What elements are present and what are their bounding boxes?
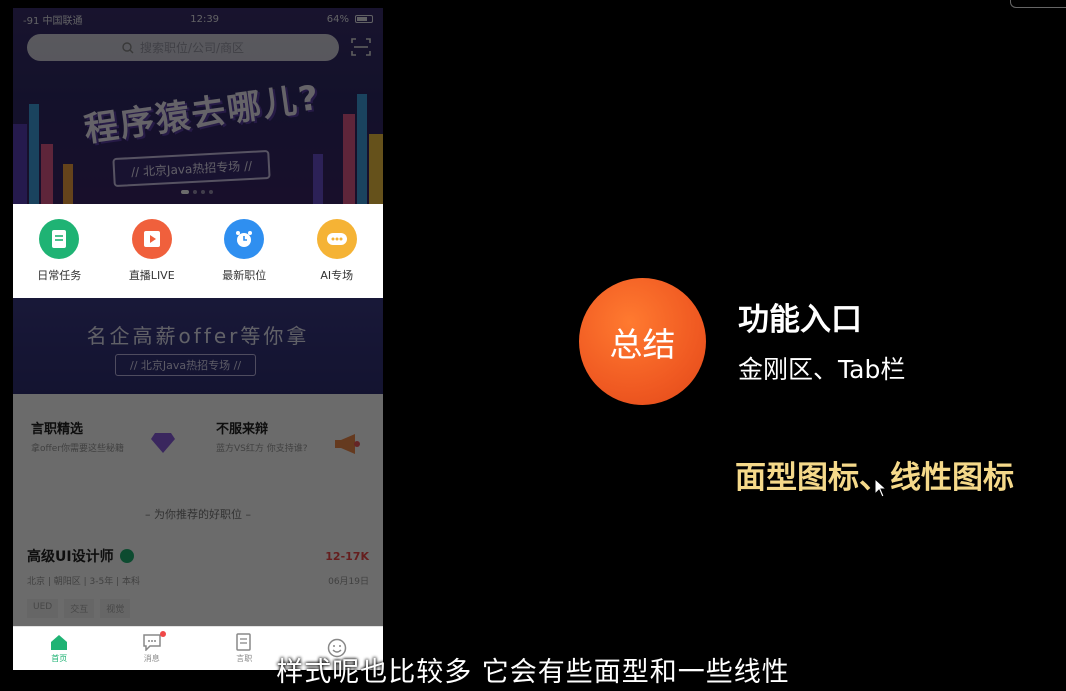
- summary-subtitle: 金刚区、Tab栏: [738, 355, 906, 384]
- carousel-dot[interactable]: [201, 190, 205, 194]
- status-right: 64%: [327, 14, 373, 25]
- carousel-dot[interactable]: [181, 190, 189, 194]
- job-title: 高级UI设计师: [27, 546, 134, 566]
- job-tags: UED 交互 视觉: [27, 599, 369, 618]
- unread-badge: [159, 631, 166, 637]
- carousel-dot[interactable]: [193, 190, 197, 194]
- diamond-icon: [151, 433, 175, 453]
- document-icon: [236, 633, 251, 651]
- card-debate[interactable]: 不服来辩 蓝方VS红方 你支持谁?: [198, 410, 383, 470]
- job-card[interactable]: 高级UI设计师 12-17K 北京 | 朝阳区 | 3-5年 | 本科 06月1…: [27, 546, 369, 618]
- feed-content: 名企高薪offer等你拿 // 北京Java热招专场 // 言职精选 拿offe…: [13, 298, 383, 670]
- job-date: 06月19日: [328, 577, 369, 587]
- job-tag: 视觉: [100, 599, 131, 618]
- status-bar: -91 中国联通 12:39 64%: [13, 8, 383, 30]
- summary-badge: 总结: [579, 278, 706, 405]
- promo-banner[interactable]: 名企高薪offer等你拿 // 北京Java热招专场 //: [13, 298, 383, 394]
- search-input[interactable]: 搜索职位/公司/商区: [27, 34, 339, 61]
- carousel-dot[interactable]: [209, 190, 213, 194]
- window-corner: [1010, 0, 1066, 8]
- promo-subtitle: // 北京Java热招专场 //: [115, 354, 257, 376]
- scan-icon[interactable]: [351, 38, 371, 56]
- verified-icon: [119, 549, 134, 563]
- megaphone-icon: [335, 434, 360, 454]
- kingkong-item-latest-jobs[interactable]: 最新职位: [204, 219, 284, 283]
- job-meta: 北京 | 朝阳区 | 3-5年 | 本科: [27, 577, 140, 587]
- kingkong-label: 直播LIVE: [128, 269, 175, 282]
- search-icon: [122, 41, 134, 53]
- play-icon: [131, 219, 172, 259]
- mouse-cursor-icon: [874, 478, 888, 498]
- kingkong-item-daily-tasks[interactable]: 日常任务: [19, 219, 99, 283]
- kingkong-item-live[interactable]: 直播LIVE: [112, 219, 192, 283]
- recommend-title: – 为你推荐的好职位 –: [145, 508, 251, 521]
- clock: 12:39: [190, 13, 220, 25]
- job-salary: 12-17K: [325, 549, 369, 563]
- battery-icon: [354, 15, 373, 23]
- home-icon: [51, 634, 68, 650]
- phone-screen: 程序猿去哪儿? // 北京Java热招专场 // -91 中国联通 12:39 …: [13, 8, 383, 670]
- card-featured[interactable]: 言职精选 拿offer你需要这些秘籍: [13, 410, 198, 470]
- clock-icon: [224, 219, 265, 259]
- carrier-label: -91 中国联通: [23, 15, 83, 27]
- kingkong-label: AI专场: [320, 269, 354, 282]
- feature-cards: 言职精选 拿offer你需要这些秘籍 不服来辩 蓝方VS红方 你支持谁?: [13, 410, 383, 470]
- kingkong-label: 日常任务: [37, 269, 82, 282]
- battery-percent: 64%: [326, 13, 349, 25]
- document-icon: [39, 219, 80, 259]
- chat-icon: [316, 219, 357, 259]
- kingkong-item-ai[interactable]: AI专场: [297, 219, 377, 283]
- kingkong-area: 日常任务 直播LIVE 最新职位 AI专场: [13, 204, 383, 298]
- kingkong-label: 最新职位: [222, 269, 267, 282]
- job-tag: UED: [27, 599, 59, 618]
- carousel-dots[interactable]: [181, 190, 213, 194]
- promo-title: 名企高薪offer等你拿: [86, 324, 310, 348]
- job-tag: 交互: [64, 599, 95, 618]
- job-name: 高级UI设计师: [27, 549, 114, 565]
- summary-title: 功能入口: [738, 302, 862, 338]
- video-subtitle: 样式呢也比较多 它会有些面型和一些线性: [276, 657, 790, 688]
- search-placeholder: 搜索职位/公司/商区: [139, 41, 245, 55]
- message-icon: [143, 634, 161, 651]
